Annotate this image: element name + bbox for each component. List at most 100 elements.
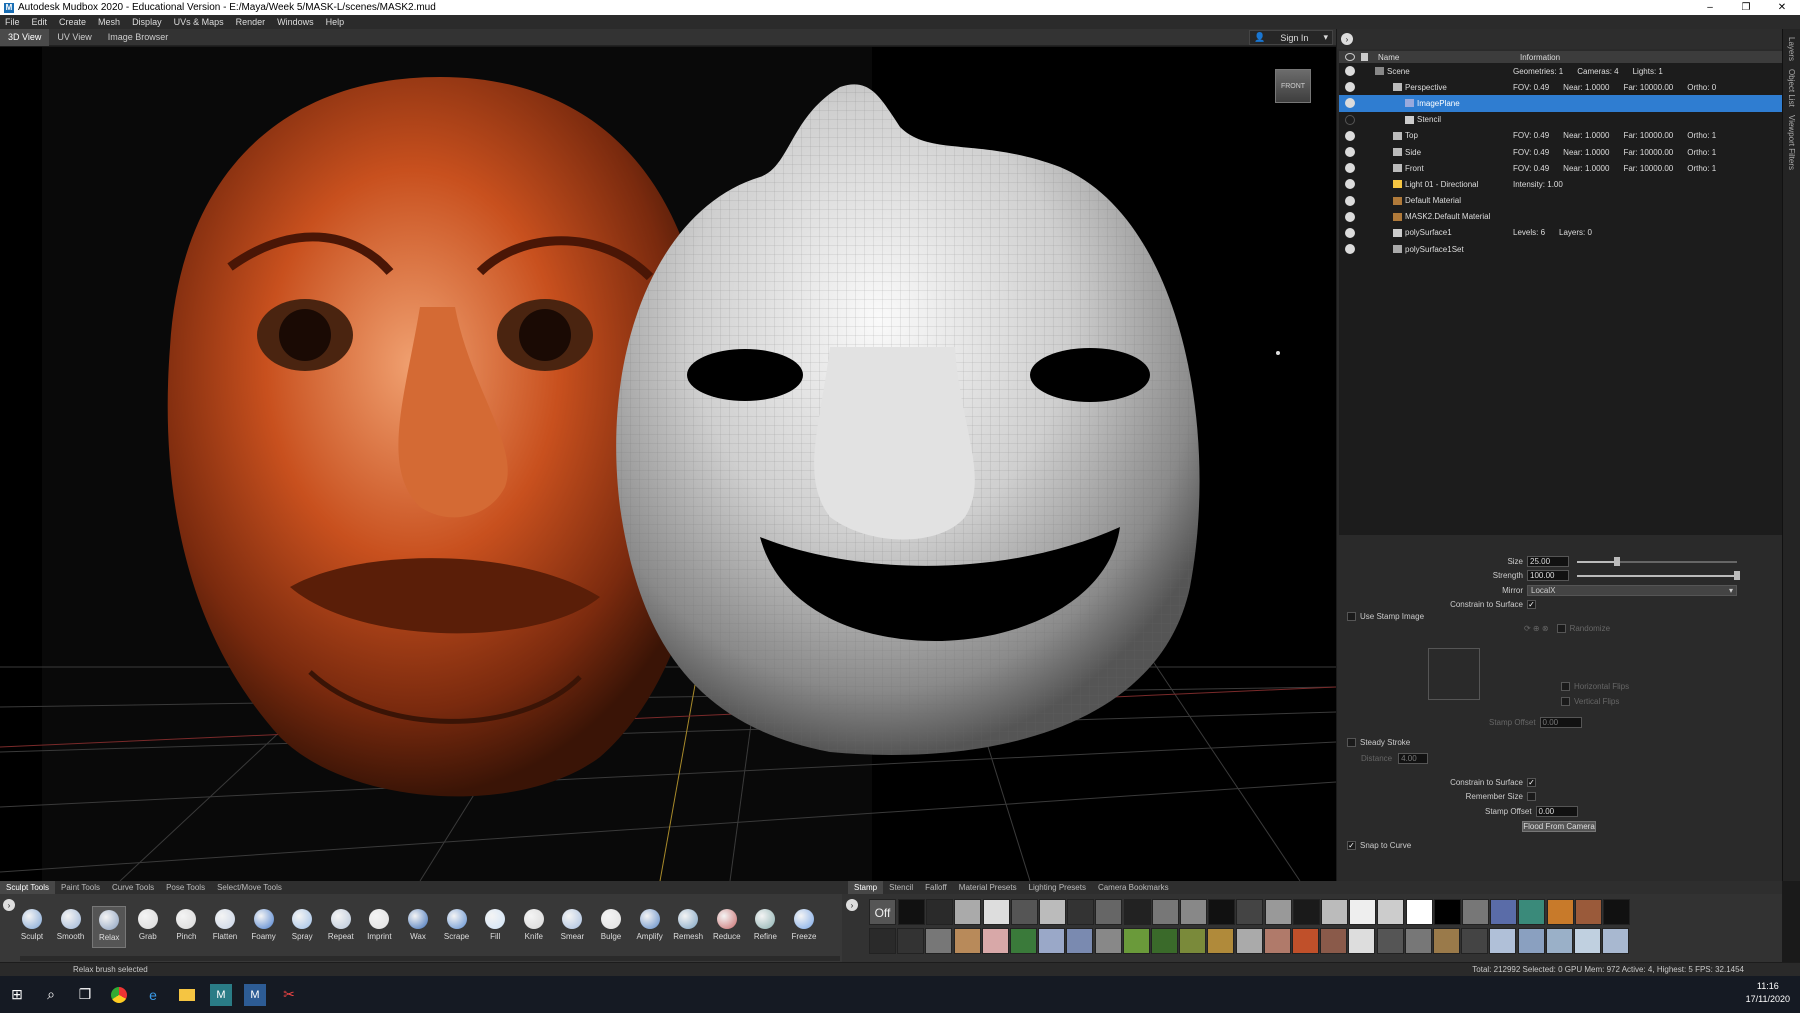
tab-material-presets[interactable]: Material Presets: [953, 881, 1023, 894]
constrain-checkbox[interactable]: ✓: [1527, 600, 1536, 609]
stamp-thumbnail[interactable]: [1517, 928, 1545, 954]
stamp-thumbnail[interactable]: [1405, 899, 1433, 925]
object-row[interactable]: Scene Geometries: 1 Cameras: 4 Lights: 1: [1339, 63, 1782, 79]
object-row[interactable]: Side FOV: 0.49 Near: 1.0000 Far: 10000.00 Or…: [1339, 144, 1782, 160]
tool-remesh[interactable]: Remesh: [671, 906, 705, 948]
stamp-thumbnail[interactable]: [1376, 928, 1404, 954]
size-slider[interactable]: [1577, 556, 1737, 566]
tool-knife[interactable]: Knife: [517, 906, 551, 948]
stamp-thumbnail[interactable]: [898, 899, 925, 925]
stamp-thumbnail[interactable]: [1123, 899, 1151, 925]
stamp-tray-scroll-icon[interactable]: ›: [846, 899, 858, 911]
strength-input[interactable]: 100.00: [1527, 570, 1569, 581]
object-row[interactable]: Front FOV: 0.49 Near: 1.0000 Far: 10000.00 O…: [1339, 160, 1782, 176]
stamp-thumbnail[interactable]: [1039, 899, 1066, 925]
sign-in-dropdown[interactable]: 👤 Sign In ▾: [1249, 30, 1333, 45]
strength-slider[interactable]: [1577, 570, 1740, 580]
mudbox-icon[interactable]: M: [244, 983, 266, 1006]
stamp-thumbnail[interactable]: [1404, 928, 1432, 954]
stamp-thumbnail[interactable]: [1433, 899, 1461, 925]
tab-camera-bookmarks[interactable]: Camera Bookmarks: [1092, 881, 1175, 894]
tool-spray[interactable]: Spray: [285, 906, 319, 948]
visibility-toggle-icon[interactable]: [1345, 130, 1355, 141]
stamp-thumbnail[interactable]: [869, 928, 896, 954]
object-list-tab[interactable]: Object List: [1787, 69, 1796, 107]
visibility-toggle-icon[interactable]: [1345, 179, 1355, 190]
stamp-thumbnail[interactable]: [1489, 928, 1517, 954]
stamp-thumbnail[interactable]: [1208, 899, 1236, 925]
stamp-thumbnail[interactable]: [1574, 899, 1602, 925]
vertical-flips-checkbox[interactable]: [1561, 697, 1570, 706]
menu-display[interactable]: Display: [132, 17, 162, 27]
flood-from-camera-button[interactable]: Flood From Camera: [1522, 821, 1596, 832]
stamp-thumbnail[interactable]: [1349, 899, 1377, 925]
stamp-thumbnail[interactable]: [1010, 928, 1037, 954]
tool-relax[interactable]: Relax: [92, 906, 127, 948]
stamp-thumbnail[interactable]: [1292, 928, 1319, 954]
stamp-thumbnail[interactable]: [1235, 928, 1263, 954]
tool-freeze[interactable]: Freeze: [787, 906, 821, 948]
stamp-thumbnail[interactable]: [1321, 899, 1348, 925]
tool-smooth[interactable]: Smooth: [54, 906, 88, 948]
stamp-thumbnail[interactable]: [1095, 899, 1123, 925]
stamp-thumbnail[interactable]: [1320, 928, 1348, 954]
menu-help[interactable]: Help: [326, 17, 345, 27]
distance-input[interactable]: 4.00: [1398, 753, 1429, 764]
stamp-thumbnail[interactable]: [1574, 928, 1601, 954]
stamp-thumbnail[interactable]: [1151, 928, 1178, 954]
menu-create[interactable]: Create: [59, 17, 86, 27]
panel-collapse-icon[interactable]: ›: [1341, 33, 1353, 45]
maya-icon[interactable]: M: [210, 983, 232, 1006]
stamp-thumbnail[interactable]: [1292, 899, 1320, 925]
stamp-preview[interactable]: [1428, 648, 1480, 700]
tray-scrollbar[interactable]: [20, 956, 840, 961]
tray-scroll-icon[interactable]: ›: [3, 899, 15, 911]
stamp-thumbnail[interactable]: [1603, 899, 1630, 925]
visibility-toggle-icon[interactable]: [1345, 82, 1355, 93]
tab-sculpt-tools[interactable]: Sculpt Tools: [0, 881, 55, 894]
minimize-button[interactable]: –: [1692, 0, 1728, 15]
tab-image-browser[interactable]: Image Browser: [100, 29, 177, 46]
tool-fill[interactable]: Fill: [478, 906, 512, 948]
tab-3d-view[interactable]: 3D View: [0, 28, 50, 46]
object-row[interactable]: ImagePlane: [1339, 95, 1782, 112]
tab-paint-tools[interactable]: Paint Tools: [55, 881, 106, 894]
tab-falloff[interactable]: Falloff: [919, 881, 953, 894]
tool-reduce[interactable]: Reduce: [710, 906, 744, 948]
3d-viewport[interactable]: FRONT: [0, 47, 1336, 881]
stamp-thumbnail[interactable]: [1122, 928, 1150, 954]
object-row[interactable]: Stencil: [1339, 112, 1782, 128]
horizontal-flips-checkbox[interactable]: [1561, 682, 1570, 691]
search-icon[interactable]: ⌕: [40, 984, 62, 1006]
visibility-toggle-icon[interactable]: [1345, 114, 1355, 125]
stamp-thumbnail[interactable]: [1067, 899, 1095, 925]
object-row[interactable]: polySurface1 Levels: 6 Layers: 0: [1339, 225, 1782, 241]
stamp-thumbnail[interactable]: [1179, 928, 1207, 954]
object-row[interactable]: polySurface1Set: [1339, 241, 1782, 257]
stamp-thumbnail[interactable]: [1180, 899, 1207, 925]
stamp-thumbnail[interactable]: [1094, 928, 1122, 954]
view-cube[interactable]: FRONT: [1275, 69, 1311, 103]
task-view-icon[interactable]: ❐: [74, 984, 96, 1006]
stamp-thumbnail[interactable]: [982, 899, 1010, 925]
stamp-thumbnail[interactable]: [1236, 899, 1264, 925]
stamp-offset2-input[interactable]: 0.00: [1535, 806, 1578, 817]
maximize-button[interactable]: ❐: [1728, 0, 1764, 15]
stamp-thumbnail[interactable]: [926, 899, 954, 925]
menu-uvs-maps[interactable]: UVs & Maps: [174, 17, 224, 27]
size-input[interactable]: 25.00: [1527, 556, 1569, 567]
visibility-toggle-icon[interactable]: [1345, 227, 1355, 238]
snap-to-curve-checkbox[interactable]: ✓: [1347, 841, 1356, 850]
stamp-thumbnail[interactable]: [1038, 928, 1066, 954]
tool-smear[interactable]: Smear: [555, 906, 589, 948]
tab-stamp[interactable]: Stamp: [848, 881, 884, 894]
stamp-thumbnail[interactable]: [1545, 928, 1573, 954]
menu-mesh[interactable]: Mesh: [98, 17, 120, 27]
stamp-thumbnail[interactable]: [1490, 899, 1518, 925]
stamp-thumbnail[interactable]: [953, 928, 981, 954]
visibility-toggle-icon[interactable]: [1345, 195, 1355, 206]
randomize-checkbox[interactable]: [1556, 624, 1566, 633]
object-row[interactable]: Top FOV: 0.49 Near: 1.0000 Far: 10000.00 Ort…: [1339, 128, 1782, 144]
constrain2-checkbox[interactable]: ✓: [1527, 778, 1536, 787]
stamp-offset-input[interactable]: 0.00: [1539, 717, 1582, 728]
